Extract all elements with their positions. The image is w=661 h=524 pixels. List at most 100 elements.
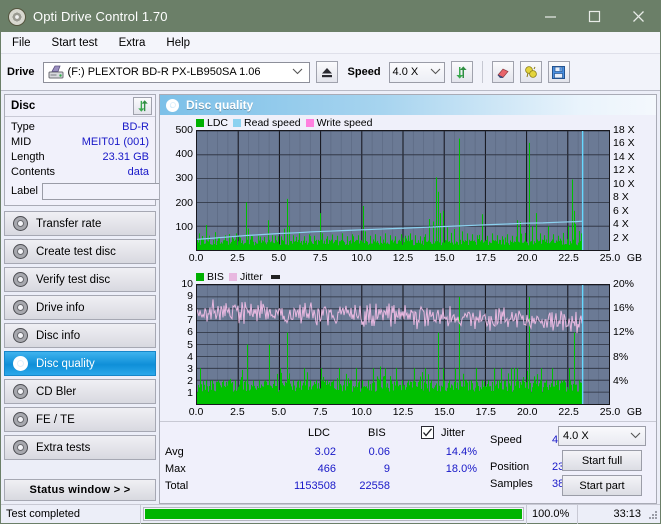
disc-row-mid: MID MEIT01 (001) <box>11 134 149 149</box>
speed-value: 4.0 X <box>392 66 419 78</box>
resize-grip-icon[interactable] <box>646 508 658 520</box>
app-body: Disc Type BD-R MID MEIT01 (001) Length 2… <box>1 91 660 504</box>
x-tick-label: 20.0 <box>516 406 538 418</box>
x-tick-label: 22.5 <box>558 406 579 418</box>
disc-icon <box>13 384 28 399</box>
disc-icon <box>13 244 28 259</box>
x-tick-label: 0.0 <box>188 252 204 264</box>
x-tick-label: 10.0 <box>351 406 372 418</box>
legend-read-speed: Read speed <box>233 117 301 129</box>
x-tick-label: 2.5 <box>230 406 245 418</box>
drive-select[interactable]: (F:) PLEXTOR BD-R PX-LB950SA 1.06 <box>42 61 310 83</box>
y2-tick-label: 16% <box>613 302 635 315</box>
bis-y2-axis: 4% 8% 12% 16% 20% <box>610 278 652 405</box>
panel-title: Disc quality <box>186 98 254 112</box>
window-title: Opti Drive Control 1.70 <box>33 9 168 24</box>
sidebar-item-disc-quality[interactable]: Disc quality <box>4 351 156 376</box>
app-icon <box>8 7 26 26</box>
y2-tick-label: 4% <box>613 374 629 387</box>
x-tick-label: 12.5 <box>392 252 414 264</box>
y-tick-label: 8 <box>187 302 193 315</box>
maximize-icon[interactable] <box>572 1 616 32</box>
stats-samples-label: Samples <box>490 478 533 490</box>
menu-extra[interactable]: Extra <box>117 35 148 51</box>
status-window-button[interactable]: Status window > > <box>4 479 156 501</box>
speed-select[interactable]: 4.0 X <box>388 61 445 83</box>
jitter-checkbox[interactable] <box>421 426 434 439</box>
start-full-button[interactable]: Start full <box>562 450 642 471</box>
bis-x-axis: 0.0 2.5 5.0 7.5 10.0 12.5 15.0 17.5 20.0 22.5 25.0… <box>189 405 642 421</box>
x-tick-label: 0.0 <box>188 406 204 418</box>
stats-bis-total: 22558 <box>359 480 390 492</box>
sidebar-item-create-test-disc[interactable]: Create test disc <box>4 239 156 264</box>
disc-icon <box>13 300 28 315</box>
status-message: Test completed <box>1 504 141 524</box>
disc-info-panel: Disc Type BD-R MID MEIT01 (001) Length 2… <box>4 94 248 206</box>
ldc-plot-area <box>196 130 610 251</box>
x-tick-label: 15.0 <box>434 252 455 264</box>
start-part-button[interactable]: Start part <box>562 475 642 496</box>
x-tick-label: 17.5 <box>475 406 497 418</box>
minimize-icon[interactable] <box>528 1 572 32</box>
bis-chart-legend: BIS Jitter <box>196 271 280 283</box>
sidebar-item-disc-info[interactable]: Disc info <box>4 323 156 348</box>
y-tick-label: 2 <box>187 374 193 387</box>
eject-button[interactable] <box>315 61 338 83</box>
sidebar-item-cd-bler[interactable]: CD Bler <box>4 379 156 404</box>
disc-label-row: Label <box>11 181 248 201</box>
disc-refresh-button[interactable] <box>133 96 152 115</box>
disc-quality-header: Disc quality <box>160 95 656 115</box>
y2-tick-label: 10 X <box>613 177 635 190</box>
legend-label: BIS <box>207 271 224 283</box>
save-button[interactable] <box>547 61 570 83</box>
disc-row-key: Length <box>11 150 45 163</box>
legend-swatch <box>196 273 204 281</box>
y-tick-label: 3 <box>187 362 193 375</box>
menu-file[interactable]: File <box>10 35 33 51</box>
sidebar-item-drive-info[interactable]: Drive info <box>4 295 156 320</box>
legend-write-speed: Write speed <box>305 117 373 129</box>
bis-jitter-chart: BIS Jitter 1 2 3 4 5 6 7 8 9 10 4% 8% 12% 16% 20% 0.0… <box>162 271 652 421</box>
eraser-button[interactable] <box>491 61 514 83</box>
stats-bis-avg: 0.06 <box>368 446 390 458</box>
sidebar-item-verify-test-disc[interactable]: Verify test disc <box>4 267 156 292</box>
bis-chart-wrap: BIS Jitter 1 2 3 4 5 6 7 8 9 10 4% 8% 12% 16% 20% 0.0… <box>160 267 656 421</box>
disc-row-length: Length 23.31 GB <box>11 149 149 164</box>
disc-row-key: Contents <box>11 165 56 178</box>
menu-start-test[interactable]: Start test <box>50 35 100 51</box>
bulb-button[interactable] <box>519 61 542 83</box>
y2-tick-label: 8% <box>613 350 629 363</box>
progress-percent: 100.0% <box>526 504 578 524</box>
close-icon[interactable] <box>616 1 660 32</box>
disc-icon <box>13 412 28 427</box>
menu-bar: File Start test Extra Help <box>1 32 660 54</box>
sidebar-item-fe-te[interactable]: FE / TE <box>4 407 156 432</box>
legend-jitter: Jitter <box>228 271 263 283</box>
disc-label-key: Label <box>11 185 38 197</box>
test-speed-select[interactable]: 4.0 X <box>558 426 646 446</box>
sidebar-item-label: Verify test disc <box>36 273 111 286</box>
refresh-button[interactable] <box>450 61 473 83</box>
sidebar-item-label: Extra tests <box>36 441 91 454</box>
disc-icon <box>13 356 28 371</box>
y2-tick-label: 16 X <box>613 137 635 150</box>
sidebar-item-transfer-rate[interactable]: Transfer rate <box>4 211 156 236</box>
stats-speed-label: Speed <box>490 434 522 446</box>
chevron-down-icon <box>430 66 441 78</box>
ldc-x-axis: 0.0 2.5 5.0 7.5 10.0 12.5 15.0 17.5 20.0 22.5 25.0… <box>189 251 642 267</box>
menu-help[interactable]: Help <box>164 35 192 51</box>
stats-jitter-max: 18.0% <box>445 463 477 475</box>
ldc-chart: LDC Read speed Write speed 100 200 300 4… <box>162 117 652 267</box>
disc-row-value: MEIT01 (001) <box>81 135 149 148</box>
y2-tick-label: 12% <box>613 326 635 339</box>
y2-tick-label: 18 X <box>613 124 635 136</box>
legend-label: LDC <box>207 117 229 129</box>
sidebar-item-extra-tests[interactable]: Extra tests <box>4 435 156 460</box>
disc-row-value: data <box>127 165 149 178</box>
x-tick-label: 10.0 <box>351 252 372 264</box>
disc-icon <box>13 328 28 343</box>
disc-quality-icon <box>166 98 179 112</box>
y-tick-label: 6 <box>187 326 193 339</box>
sidebar-item-label: Transfer rate <box>36 217 102 230</box>
